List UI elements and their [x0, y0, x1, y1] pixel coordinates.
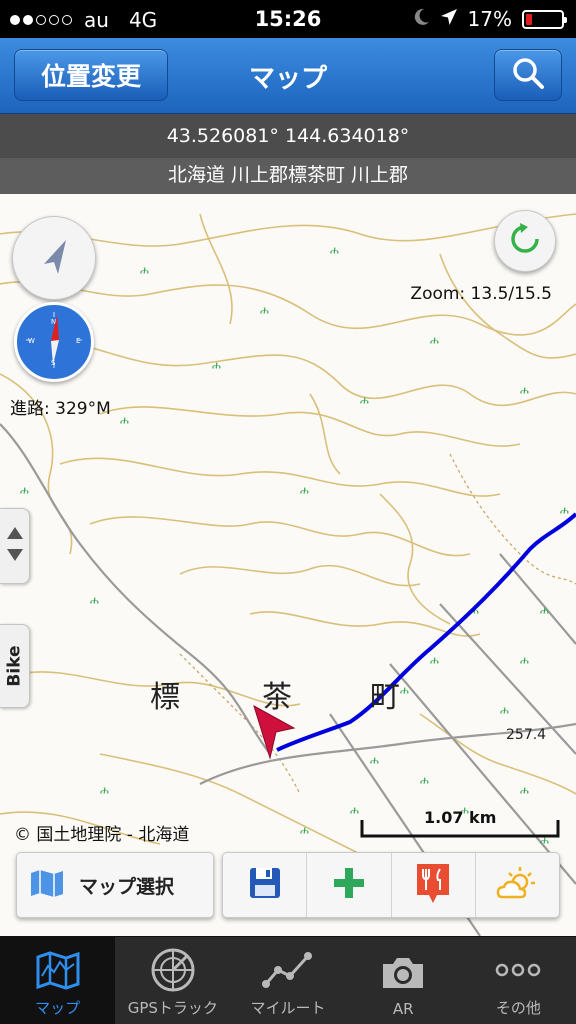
tab-more-label: その他 [495, 999, 541, 1017]
coordinates-display: 43.526081° 144.634018° [0, 114, 576, 158]
add-button[interactable] [307, 853, 392, 917]
more-icon [495, 963, 541, 981]
map-select-button[interactable]: マップ選択 [16, 852, 214, 918]
svg-text:ሐ: ሐ [90, 594, 99, 607]
svg-text:ሐ: ሐ [330, 244, 339, 257]
svg-text:ሐ: ሐ [430, 654, 439, 667]
search-button[interactable] [494, 49, 562, 101]
track-location-button[interactable] [12, 216, 96, 300]
tab-more[interactable]: その他 [461, 937, 576, 1024]
svg-text:ሐ: ሐ [300, 484, 309, 497]
map-scroll-tab[interactable] [0, 508, 30, 584]
radar-icon [150, 947, 196, 997]
map-icon [29, 868, 65, 902]
svg-text:ሐ: ሐ [540, 604, 549, 617]
svg-text:ሐ: ሐ [100, 784, 109, 797]
svg-text:ሐ: ሐ [560, 504, 569, 517]
navigation-bar: 位置変更 マップ [0, 38, 576, 114]
svg-text:ሐ: ሐ [430, 334, 439, 347]
tab-bar: マップ GPSトラック マイルート AR その他 [0, 936, 576, 1024]
restaurant-icon [413, 861, 453, 909]
tab-gps-track[interactable]: GPSトラック [115, 937, 230, 1024]
tab-my-route[interactable]: マイルート [230, 937, 345, 1024]
refresh-button[interactable] [494, 210, 556, 272]
svg-text:W: W [28, 337, 35, 345]
add-icon [331, 865, 367, 905]
refresh-icon [508, 222, 542, 260]
tab-my-route-label: マイルート [250, 999, 326, 1017]
svg-text:ሐ: ሐ [212, 359, 221, 372]
svg-text:ሐ: ሐ [420, 774, 429, 787]
up-down-arrows-icon [5, 521, 25, 571]
svg-text:ሐ: ሐ [20, 484, 29, 497]
save-icon [247, 865, 283, 905]
compass-button[interactable]: N W E S [14, 302, 94, 382]
bike-tab-label: Bike [4, 645, 25, 687]
place-name-char-1: 標 [150, 680, 180, 715]
compass-icon: N W E S [21, 307, 87, 377]
location-arrow-icon [34, 236, 74, 280]
svg-text:ሐ: ሐ [120, 414, 129, 427]
restaurant-button[interactable] [392, 853, 476, 917]
tab-map[interactable]: マップ [0, 937, 116, 1024]
scale-bar [360, 820, 560, 838]
page-title: マップ [248, 64, 327, 94]
location-arrow-icon [440, 7, 458, 31]
map-tools [222, 852, 560, 918]
svg-text:ሐ: ሐ [400, 684, 409, 697]
svg-text:ሐ: ሐ [360, 394, 369, 407]
camera-icon [379, 954, 427, 996]
tab-ar-label: AR [392, 1000, 414, 1018]
tab-map-label: マップ [35, 999, 81, 1017]
moon-icon [414, 7, 430, 31]
bike-mode-tab[interactable]: Bike [0, 624, 30, 708]
svg-text:ሐ: ሐ [520, 654, 529, 667]
svg-text:ሐ: ሐ [370, 754, 379, 767]
tab-gps-track-label: GPSトラック [127, 999, 218, 1017]
svg-text:E: E [76, 337, 80, 345]
status-bar: au 4G 15:26 17% [0, 0, 576, 38]
route-icon [262, 950, 314, 994]
zoom-label: Zoom: 13.5/15.5 [410, 284, 552, 304]
map-select-label: マップ選択 [79, 875, 175, 898]
tab-ar[interactable]: AR [346, 937, 461, 1024]
map-view[interactable]: ሐሐሐ ሐሐሐ ሐሐሐ ሐሐሐ ሐሐሐ ሐሐሐ ሐሐሐ ሐሐሐ ሐሐሐ ሐሐሐ … [0, 194, 576, 936]
current-position-marker [253, 704, 296, 760]
svg-text:ሐ: ሐ [260, 304, 269, 317]
svg-text:ሐ: ሐ [500, 704, 509, 717]
place-name-char-3: 町 [370, 680, 400, 715]
svg-text:ሐ: ሐ [520, 784, 529, 797]
heading-label: 進路: 329°M [10, 399, 111, 419]
save-button[interactable] [223, 853, 308, 917]
address-display: 北海道 川上郡標茶町 川上郡 [0, 158, 576, 194]
battery-icon [522, 9, 567, 29]
elevation-label: 257.4 [506, 727, 546, 743]
svg-text:ሐ: ሐ [300, 824, 309, 837]
search-icon [511, 56, 545, 94]
svg-text:ሐ: ሐ [140, 264, 149, 277]
svg-text:ሐ: ሐ [520, 384, 529, 397]
svg-text:ሐ: ሐ [350, 804, 359, 817]
battery-percent: 17% [467, 7, 512, 31]
copyright-label: © 国土地理院 - 北海道 [14, 825, 190, 845]
weather-icon [496, 865, 538, 905]
map-icon [35, 950, 81, 994]
weather-button[interactable] [476, 853, 559, 917]
